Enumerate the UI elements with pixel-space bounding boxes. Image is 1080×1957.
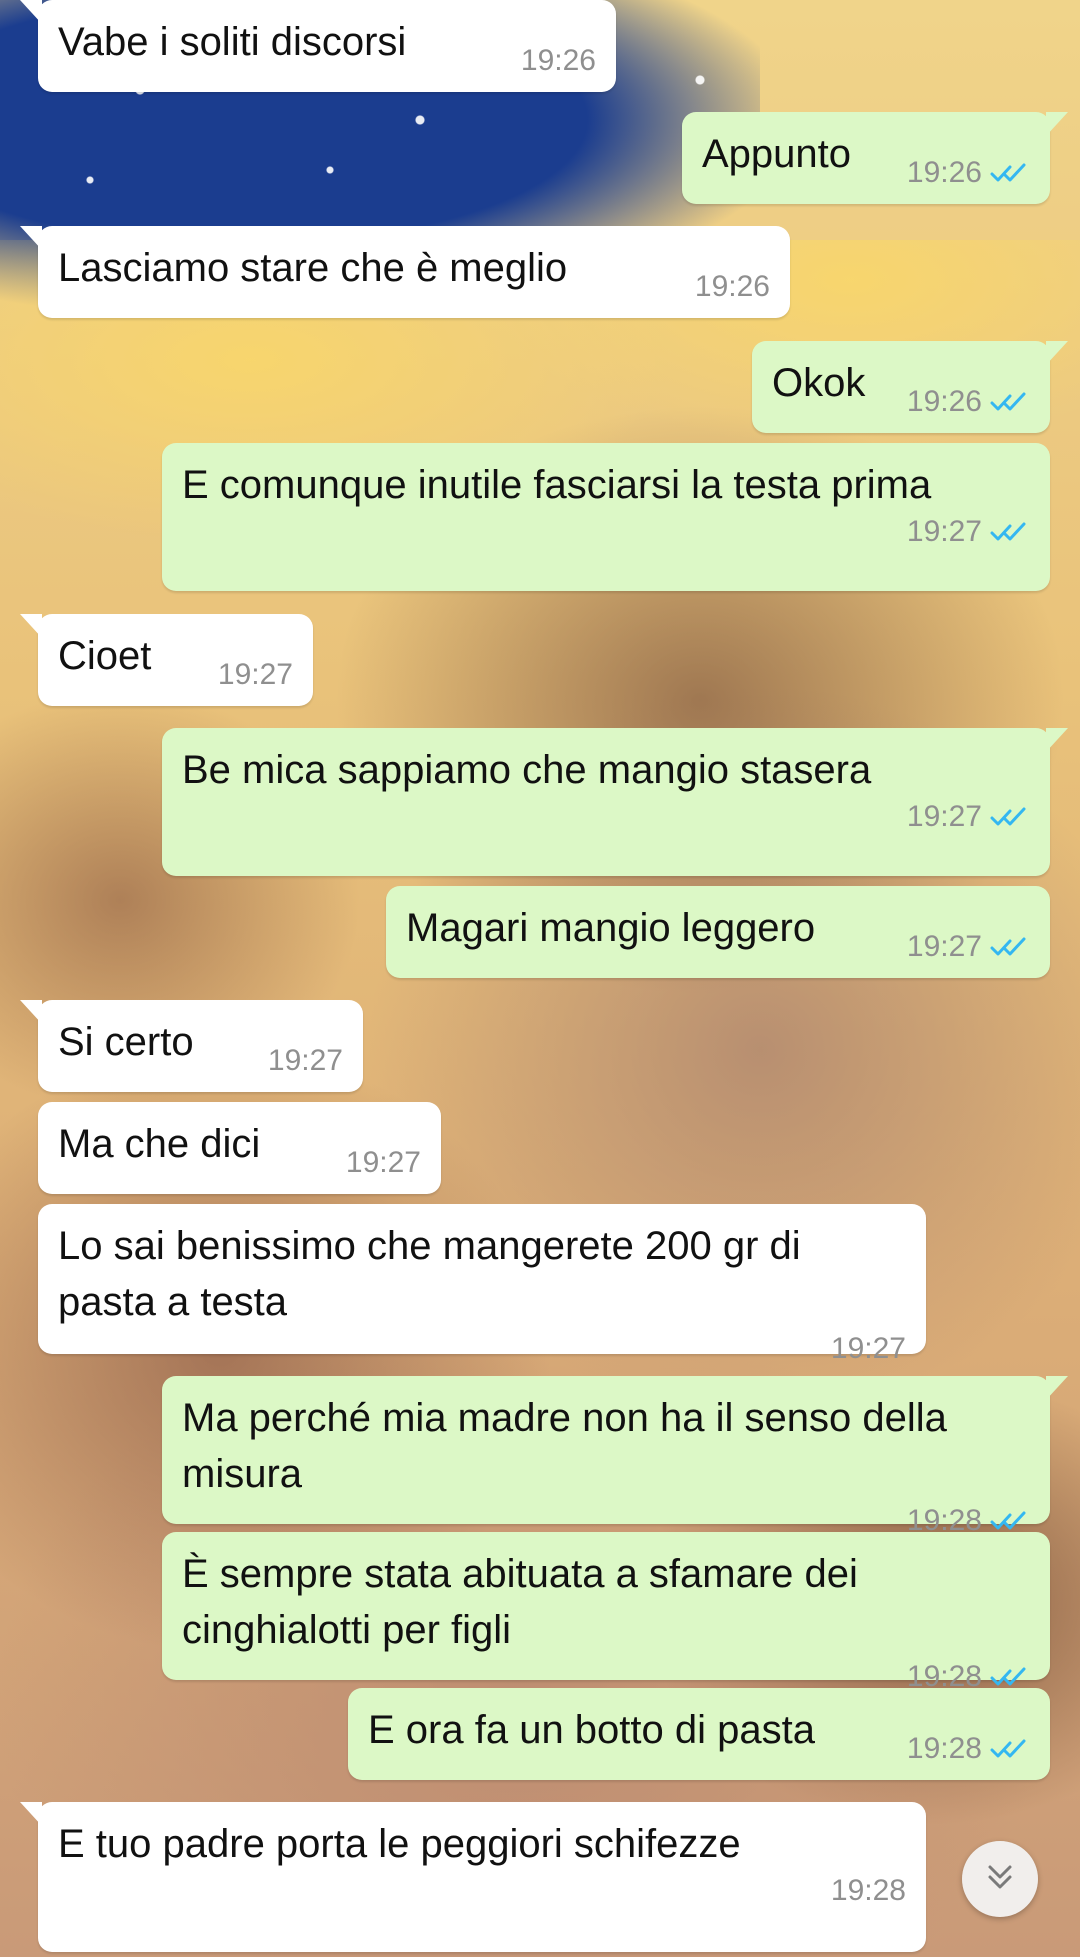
message-meta: 19:26 bbox=[907, 156, 1030, 190]
message-meta: 19:26 bbox=[521, 44, 596, 78]
message-bubble-incoming[interactable]: E tuo padre porta le peggiori schifezze … bbox=[20, 1802, 926, 1952]
message-bubble-incoming[interactable]: Ma che dici 19:27 bbox=[38, 1102, 441, 1194]
message-meta: 19:26 bbox=[907, 385, 1030, 419]
message-time: 19:26 bbox=[694, 270, 770, 303]
message-time: 19:27 bbox=[267, 1044, 343, 1077]
scroll-to-bottom-button[interactable] bbox=[962, 1841, 1038, 1917]
message-bubble-incoming[interactable]: Cioet 19:27 bbox=[20, 614, 313, 706]
message-bubble-incoming[interactable]: Vabe i soliti discorsi 19:26 bbox=[20, 0, 616, 92]
message-bubble-incoming[interactable]: Lasciamo stare che è meglio 19:26 bbox=[20, 226, 790, 318]
message-text: E tuo padre porta le peggiori schifezze bbox=[58, 1822, 741, 1866]
message-time: 19:26 bbox=[906, 156, 982, 189]
message-meta: 19:27 bbox=[182, 515, 1030, 549]
message-meta: 19:27 bbox=[346, 1146, 421, 1180]
message-time: 19:26 bbox=[906, 385, 982, 418]
double-check-icon bbox=[990, 161, 1030, 185]
message-time: 19:28 bbox=[906, 1732, 982, 1765]
message-bubble-incoming[interactable]: Lo sai benissimo che mangerete 200 gr di… bbox=[38, 1204, 926, 1365]
message-bubble-outgoing[interactable]: Appunto 19:26 bbox=[682, 112, 1068, 204]
chat-messages[interactable]: Vabe i soliti discorsi 19:26 Appunto 19:… bbox=[0, 0, 1080, 1957]
message-meta: 19:27 bbox=[58, 1332, 906, 1366]
message-bubble-outgoing[interactable]: Magari mangio leggero 19:27 bbox=[386, 886, 1050, 978]
message-time: 19:27 bbox=[906, 930, 982, 963]
double-check-icon bbox=[990, 1509, 1030, 1533]
message-text: Be mica sappiamo che mangio stasera bbox=[182, 748, 872, 792]
message-text: Ma perché mia madre non ha il senso dell… bbox=[182, 1396, 947, 1496]
message-meta: 19:27 bbox=[907, 930, 1030, 964]
double-check-icon bbox=[990, 520, 1030, 544]
message-time: 19:27 bbox=[906, 515, 982, 548]
message-text: Lasciamo stare che è meglio bbox=[58, 246, 568, 290]
message-time: 19:26 bbox=[520, 44, 596, 77]
message-meta: 19:27 bbox=[218, 658, 293, 692]
message-bubble-incoming[interactable]: Si certo 19:27 bbox=[20, 1000, 363, 1092]
double-check-icon bbox=[990, 1737, 1030, 1761]
message-text: Vabe i soliti discorsi bbox=[58, 20, 407, 64]
message-bubble-outgoing[interactable]: E ora fa un botto di pasta 19:28 bbox=[348, 1688, 1050, 1780]
message-meta: 19:28 bbox=[907, 1732, 1030, 1766]
message-bubble-outgoing[interactable]: Be mica sappiamo che mangio stasera 19:2… bbox=[162, 728, 1068, 876]
message-text: E comunque inutile fasciarsi la testa pr… bbox=[182, 463, 932, 507]
message-bubble-outgoing[interactable]: E comunque inutile fasciarsi la testa pr… bbox=[162, 443, 1050, 591]
message-meta: 19:26 bbox=[695, 270, 770, 304]
message-meta: 19:28 bbox=[58, 1874, 906, 1908]
double-check-icon bbox=[990, 935, 1030, 959]
double-check-icon bbox=[990, 1665, 1030, 1689]
double-chevron-down-icon bbox=[980, 1857, 1020, 1902]
message-bubble-outgoing[interactable]: Ma perché mia madre non ha il senso dell… bbox=[162, 1376, 1068, 1537]
message-text: È sempre stata abituata a sfamare dei ci… bbox=[182, 1552, 858, 1652]
message-meta: 19:27 bbox=[268, 1044, 343, 1078]
message-text: Lo sai benissimo che mangerete 200 gr di… bbox=[58, 1224, 801, 1324]
message-bubble-outgoing[interactable]: È sempre stata abituata a sfamare dei ci… bbox=[162, 1532, 1050, 1693]
message-time: 19:28 bbox=[830, 1874, 906, 1907]
double-check-icon bbox=[990, 805, 1030, 829]
message-time: 19:27 bbox=[830, 1332, 906, 1365]
message-time: 19:27 bbox=[217, 658, 293, 691]
message-time: 19:27 bbox=[345, 1146, 421, 1179]
message-time: 19:27 bbox=[906, 800, 982, 833]
message-bubble-outgoing[interactable]: Okok 19:26 bbox=[752, 341, 1068, 433]
message-meta: 19:27 bbox=[182, 800, 1030, 834]
double-check-icon bbox=[990, 390, 1030, 414]
